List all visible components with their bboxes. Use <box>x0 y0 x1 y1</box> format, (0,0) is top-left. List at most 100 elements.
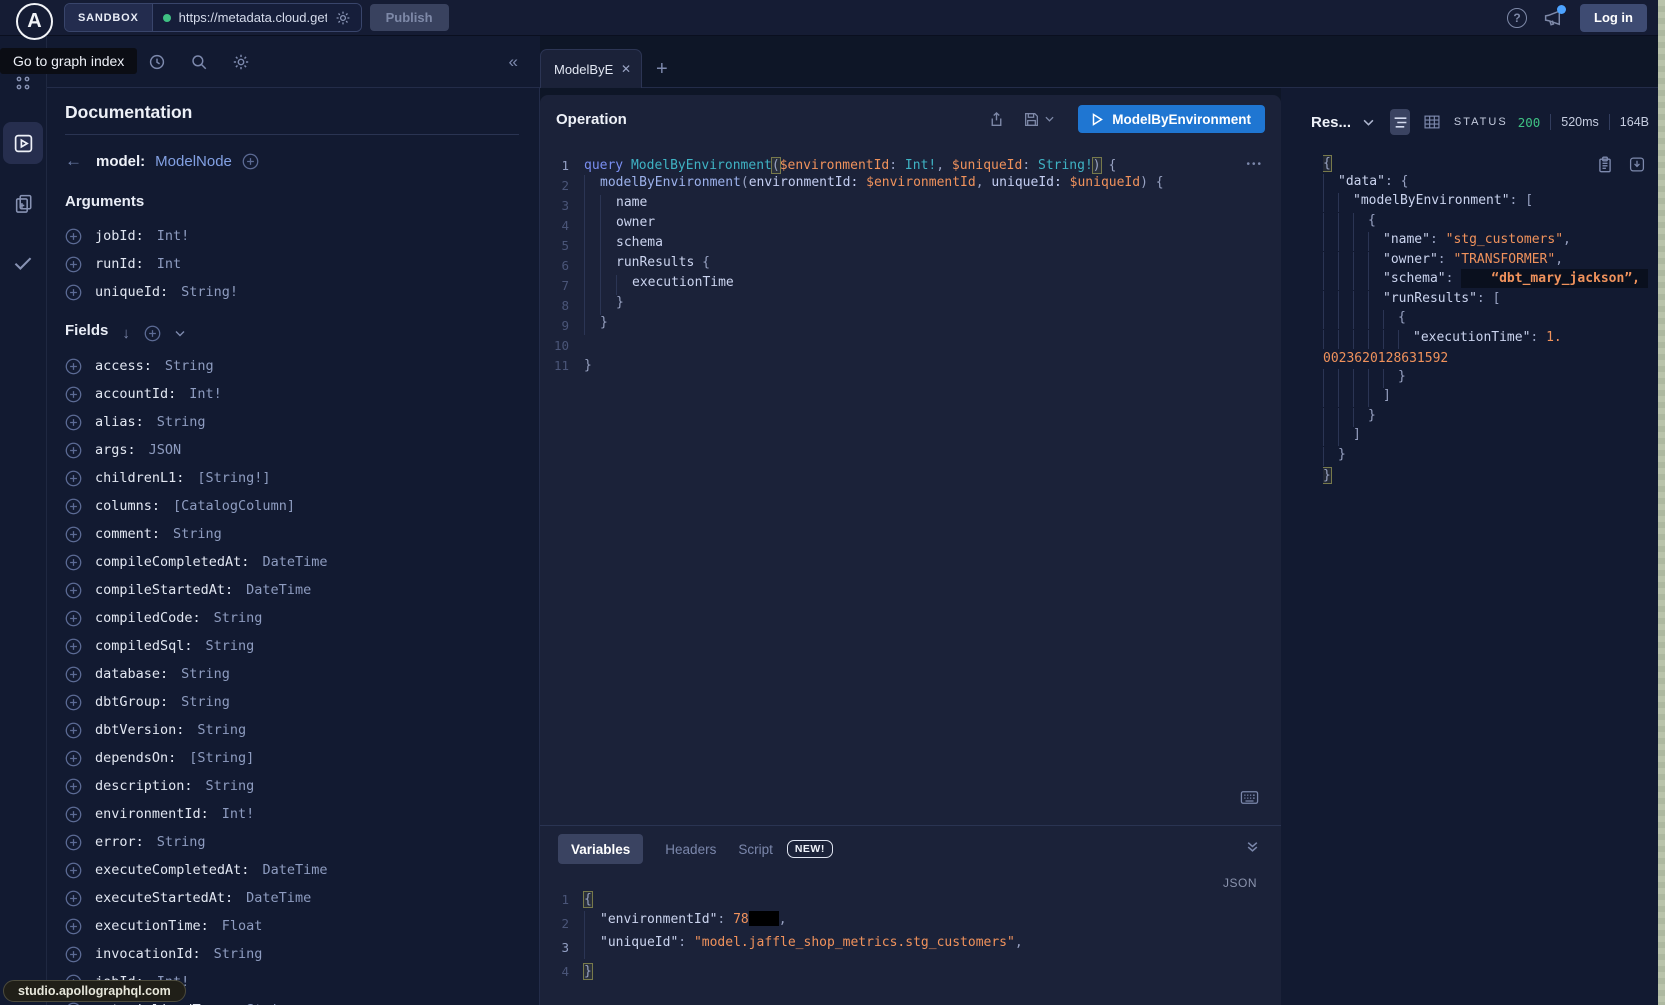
tab-headers[interactable]: Headers <box>665 842 716 857</box>
field-type[interactable]: String <box>197 722 246 738</box>
fields-options-chevron-icon[interactable] <box>175 330 185 337</box>
sort-fields-icon[interactable]: ↓ <box>122 325 130 342</box>
apollo-logo[interactable]: A <box>16 3 53 40</box>
schema-icon[interactable] <box>3 182 43 224</box>
field-type[interactable]: String <box>165 358 214 374</box>
doc-field-row[interactable]: dependsOn:[String] <box>65 744 519 772</box>
add-field-icon[interactable] <box>65 470 82 487</box>
collapse-panel-icon[interactable]: « <box>509 52 518 72</box>
doc-field-row[interactable]: uniqueId:String! <box>65 278 519 306</box>
editor-overflow-menu-icon[interactable]: ••• <box>1246 159 1263 170</box>
field-type[interactable]: Int <box>157 256 181 272</box>
add-field-icon[interactable] <box>65 722 82 739</box>
response-format-json-icon[interactable] <box>1390 109 1410 135</box>
add-field-icon[interactable] <box>65 918 82 935</box>
field-type[interactable]: [CatalogColumn] <box>173 498 295 514</box>
run-operation-button[interactable]: ModelByEnvironment <box>1078 105 1265 133</box>
add-field-icon[interactable] <box>65 554 82 571</box>
share-icon[interactable] <box>988 111 1005 128</box>
search-icon[interactable] <box>190 53 208 71</box>
history-icon[interactable] <box>148 53 166 71</box>
doc-field-row[interactable]: executeCompletedAt:DateTime <box>65 856 519 884</box>
announcements-icon[interactable] <box>1543 8 1564 28</box>
endpoint-url-field[interactable]: https://metadata.cloud.get <box>153 4 361 31</box>
sandbox-badge[interactable]: SANDBOX <box>65 4 153 31</box>
download-response-icon[interactable] <box>1629 156 1645 173</box>
add-field-icon[interactable] <box>65 666 82 683</box>
add-field-icon[interactable] <box>65 498 82 515</box>
doc-field-row[interactable]: compiledCode:String <box>65 604 519 632</box>
field-type[interactable]: Int! <box>222 806 255 822</box>
add-field-icon[interactable] <box>65 526 82 543</box>
field-type[interactable]: String! <box>181 284 238 300</box>
doc-field-row[interactable]: alias:String <box>65 408 519 436</box>
settings-gear-icon[interactable] <box>232 53 250 71</box>
doc-field-row[interactable]: environmentId:Int! <box>65 800 519 828</box>
variables-editor[interactable]: 1{2"environmentId": 78,3"uniqueId": "mod… <box>540 887 1281 983</box>
add-field-icon[interactable] <box>65 358 82 375</box>
add-field-icon[interactable] <box>65 694 82 711</box>
doc-field-row[interactable]: description:String <box>65 772 519 800</box>
add-field-icon[interactable] <box>65 256 82 273</box>
operation-editor[interactable]: 1query ModelByEnvironment($environmentId… <box>540 143 1281 825</box>
field-type[interactable]: String <box>214 946 263 962</box>
add-field-icon[interactable] <box>65 582 82 599</box>
add-field-icon[interactable] <box>65 442 82 459</box>
close-tab-icon[interactable]: ✕ <box>621 62 631 76</box>
collapse-variables-icon[interactable] <box>1246 840 1259 853</box>
add-field-icon[interactable] <box>65 610 82 627</box>
add-field-icon[interactable] <box>65 414 82 431</box>
doc-field-row[interactable]: compileCompletedAt:DateTime <box>65 548 519 576</box>
response-format-table-icon[interactable] <box>1422 109 1442 135</box>
doc-field-row[interactable]: comment:String <box>65 520 519 548</box>
response-json-wrap[interactable]: {"data": {"modelByEnvironment": [{"name"… <box>1281 154 1665 486</box>
doc-field-row[interactable]: columns:[CatalogColumn] <box>65 492 519 520</box>
doc-field-row[interactable]: invocationId:String <box>65 940 519 968</box>
save-options-chevron-icon[interactable] <box>1045 116 1054 122</box>
explorer-icon[interactable] <box>3 122 43 164</box>
field-type[interactable]: String <box>173 526 222 542</box>
doc-field-row[interactable]: childrenL1:[String!] <box>65 464 519 492</box>
add-field-icon[interactable] <box>65 778 82 795</box>
field-type[interactable]: DateTime <box>262 554 327 570</box>
add-field-icon[interactable] <box>65 750 82 767</box>
add-field-icon[interactable] <box>65 890 82 907</box>
add-fields-icon[interactable] <box>144 325 161 342</box>
field-type[interactable]: Float <box>222 918 263 934</box>
add-field-icon[interactable] <box>65 386 82 403</box>
doc-field-row[interactable]: args:JSON <box>65 436 519 464</box>
response-dropdown-chevron-icon[interactable] <box>1363 119 1374 126</box>
add-field-icon[interactable] <box>65 228 82 245</box>
field-type[interactable]: [String] <box>189 750 254 766</box>
back-icon[interactable]: ← <box>65 151 82 171</box>
doc-field-row[interactable]: compileStartedAt:DateTime <box>65 576 519 604</box>
doc-field-row[interactable]: error:String <box>65 828 519 856</box>
field-type[interactable]: DateTime <box>262 862 327 878</box>
field-type[interactable]: [String!] <box>197 470 270 486</box>
doc-field-row[interactable]: compiledSql:String <box>65 632 519 660</box>
field-type[interactable]: Int! <box>157 228 190 244</box>
doc-field-row[interactable]: database:String <box>65 660 519 688</box>
field-type[interactable]: String <box>214 610 263 626</box>
field-type[interactable]: Int! <box>189 386 222 402</box>
field-type[interactable]: String <box>181 694 230 710</box>
field-type[interactable]: String <box>157 834 206 850</box>
endpoint-settings-icon[interactable] <box>335 10 351 26</box>
help-icon[interactable]: ? <box>1507 8 1527 28</box>
field-type[interactable]: JSON <box>149 442 182 458</box>
add-field-icon[interactable] <box>65 834 82 851</box>
doc-field-row[interactable]: jobId:Int! <box>65 222 519 250</box>
doc-field-row[interactable]: executeStartedAt:DateTime <box>65 884 519 912</box>
doc-field-row[interactable]: access:String <box>65 352 519 380</box>
new-tab-icon[interactable]: + <box>656 59 668 79</box>
add-field-icon[interactable] <box>65 638 82 655</box>
add-field-icon[interactable] <box>65 1002 82 1005</box>
login-button[interactable]: Log in <box>1580 4 1647 32</box>
add-all-fields-icon[interactable] <box>242 153 259 170</box>
keyboard-shortcuts-icon[interactable] <box>1240 790 1259 805</box>
save-icon[interactable] <box>1023 111 1040 128</box>
publish-button[interactable]: Publish <box>370 4 449 31</box>
add-field-icon[interactable] <box>65 284 82 301</box>
tab-variables[interactable]: Variables <box>558 834 643 864</box>
field-type[interactable]: DateTime <box>246 890 311 906</box>
